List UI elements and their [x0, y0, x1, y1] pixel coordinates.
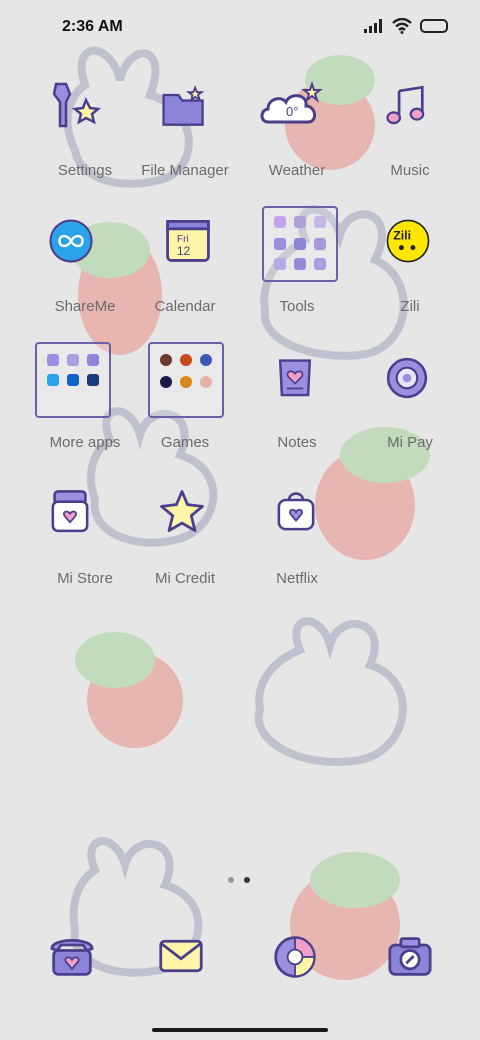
app-mi-pay[interactable]: Mi Pay — [355, 342, 465, 462]
folder-mini-icon — [87, 374, 99, 386]
folder-mini-icon — [160, 376, 172, 388]
app-file-manager[interactable]: File Manager — [130, 70, 240, 190]
app-label: Tools — [279, 298, 315, 315]
folder-mini-icon — [200, 354, 212, 366]
app-label: Notes — [277, 434, 317, 451]
cloud-icon: 0° — [260, 80, 323, 124]
folder-mini-icon — [47, 354, 59, 366]
calendar-icon: Fri 12 — [166, 220, 210, 262]
app-label: Music — [390, 162, 430, 179]
folder-mini-icon — [294, 258, 306, 270]
zili-logo-text: Zili — [393, 228, 411, 242]
app-label: Zili — [400, 298, 420, 315]
folder-mini-icon — [294, 216, 306, 228]
page-dot-active[interactable] — [244, 877, 250, 883]
page-indicator[interactable] — [228, 877, 250, 883]
folder-mini-icon — [294, 238, 306, 250]
folder-mini-icon — [180, 376, 192, 388]
app-mi-credit[interactable]: Mi Credit — [130, 478, 240, 598]
app-netflix[interactable]: Netflix — [242, 478, 352, 598]
folder-mini-icon — [87, 354, 99, 366]
phone-icon[interactable] — [46, 934, 98, 978]
page-dot[interactable] — [228, 877, 234, 883]
folder-frame — [35, 342, 111, 418]
camera-icon[interactable] — [386, 934, 434, 978]
folder-mini-icon — [314, 258, 326, 270]
folder-mini-icon — [200, 376, 212, 388]
battery-icon — [420, 19, 448, 33]
jar-heart-icon — [51, 490, 89, 533]
app-label: Mi Credit — [154, 570, 215, 587]
folder-mini-icon — [47, 374, 59, 386]
bag-heart-icon — [277, 492, 315, 531]
star-icon — [160, 490, 204, 532]
status-time: 2:36 AM — [62, 18, 123, 35]
folder-mini-icon — [67, 354, 79, 366]
notepad-heart-icon — [278, 359, 312, 397]
wifi-icon — [392, 18, 412, 34]
wrench-star-icon — [52, 82, 102, 128]
home-gesture-bar[interactable] — [152, 1028, 328, 1032]
folder-icon — [162, 85, 205, 126]
folder-mini-icon — [274, 258, 286, 270]
music-note-icon — [386, 85, 425, 125]
app-label: Weather — [268, 162, 326, 179]
app-label: Games — [160, 434, 210, 451]
folder-mini-icon — [160, 354, 172, 366]
app-calendar[interactable]: Fri 12 Calendar — [130, 206, 240, 326]
app-label: Calendar — [154, 298, 216, 315]
mi-pay-icon — [386, 357, 428, 399]
app-music[interactable]: Music — [355, 70, 465, 190]
app-label: Netflix — [276, 570, 318, 587]
folder-games[interactable]: Games — [130, 342, 240, 462]
envelope-icon[interactable] — [158, 936, 204, 976]
app-notes[interactable]: Notes — [242, 342, 352, 462]
browser-icon[interactable] — [272, 934, 318, 980]
folder-mini-icon — [274, 238, 286, 250]
calendar-date: 12 — [177, 244, 191, 258]
folder-frame — [148, 342, 224, 418]
app-label: File Manager — [141, 162, 229, 179]
folder-mini-icon — [314, 216, 326, 228]
app-label: Mi Pay — [387, 434, 433, 451]
signal-icon — [364, 19, 382, 33]
app-weather[interactable]: 0° Weather — [242, 70, 352, 190]
app-zili[interactable]: Zili Zili — [355, 206, 465, 326]
folder-mini-icon — [274, 216, 286, 228]
folder-mini-icon — [67, 374, 79, 386]
folder-mini-icon — [314, 238, 326, 250]
folder-tools[interactable]: Tools — [242, 206, 352, 326]
folder-frame — [262, 206, 338, 282]
infinity-icon — [49, 219, 93, 263]
folder-mini-icon — [180, 354, 192, 366]
status-bar: 2:36 AM — [0, 0, 480, 56]
zili-logo-icon: Zili — [386, 219, 430, 263]
weather-temp: 0° — [286, 104, 298, 119]
